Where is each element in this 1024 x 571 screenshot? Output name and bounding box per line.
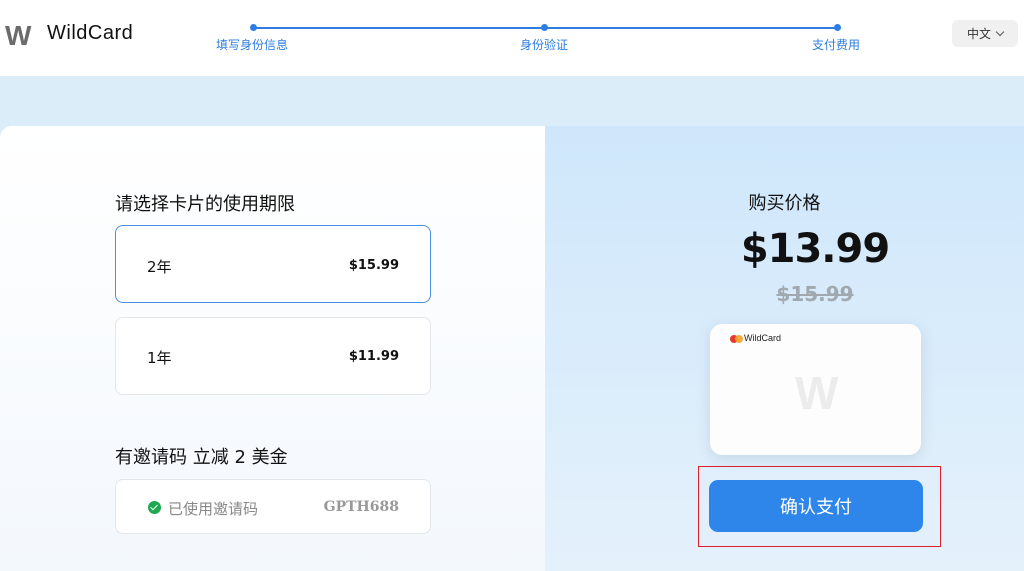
option-price: $15.99 bbox=[348, 258, 399, 273]
duration-title: 请选择卡片的使用期限 bbox=[115, 194, 295, 215]
invite-status: 已使用邀请码 bbox=[168, 500, 259, 518]
step-label-verify-identity: 身份验证 bbox=[520, 38, 569, 52]
card-network-icon bbox=[730, 335, 744, 343]
price-title: 购买价格 bbox=[748, 193, 821, 214]
chevron-down-icon bbox=[995, 27, 1005, 37]
option-label: 1年 bbox=[147, 349, 172, 367]
price-original: $15.99 bbox=[776, 282, 854, 306]
duration-option-2-years[interactable]: 2年 $15.99 bbox=[115, 225, 431, 303]
language-label: 中文 bbox=[966, 27, 991, 41]
step-dot-1 bbox=[250, 24, 257, 31]
step-connector-1 bbox=[254, 27, 545, 29]
option-price: $11.99 bbox=[348, 349, 399, 364]
card-preview: WildCard W bbox=[710, 324, 921, 455]
step-dot-2 bbox=[541, 24, 548, 31]
progress-stepper: 填写身份信息 身份验证 支付费用 bbox=[0, 0, 1024, 76]
confirm-pay-button[interactable]: 确认支付 bbox=[709, 480, 923, 532]
invite-title: 有邀请码 立减 2 美金 bbox=[115, 447, 288, 468]
card-watermark-logo: W bbox=[795, 367, 838, 419]
step-connector-2 bbox=[545, 27, 838, 29]
invite-code-value: GPTH688 bbox=[323, 499, 399, 515]
step-label-fill-identity: 填写身份信息 bbox=[216, 38, 289, 52]
option-label: 2年 bbox=[147, 258, 172, 276]
step-dot-3 bbox=[834, 24, 841, 31]
card-brand: WildCard bbox=[744, 333, 782, 343]
price-current: $13.99 bbox=[740, 226, 890, 272]
duration-option-1-year[interactable]: 1年 $11.99 bbox=[115, 317, 431, 395]
language-selector[interactable]: 中文 bbox=[952, 20, 1018, 47]
invite-code-field[interactable]: 已使用邀请码 GPTH688 bbox=[115, 479, 431, 534]
step-label-pay-fee: 支付费用 bbox=[812, 38, 861, 52]
check-circle-icon bbox=[148, 501, 161, 514]
top-header: W WildCard 填写身份信息 身份验证 支付费用 中文 bbox=[0, 0, 1024, 76]
